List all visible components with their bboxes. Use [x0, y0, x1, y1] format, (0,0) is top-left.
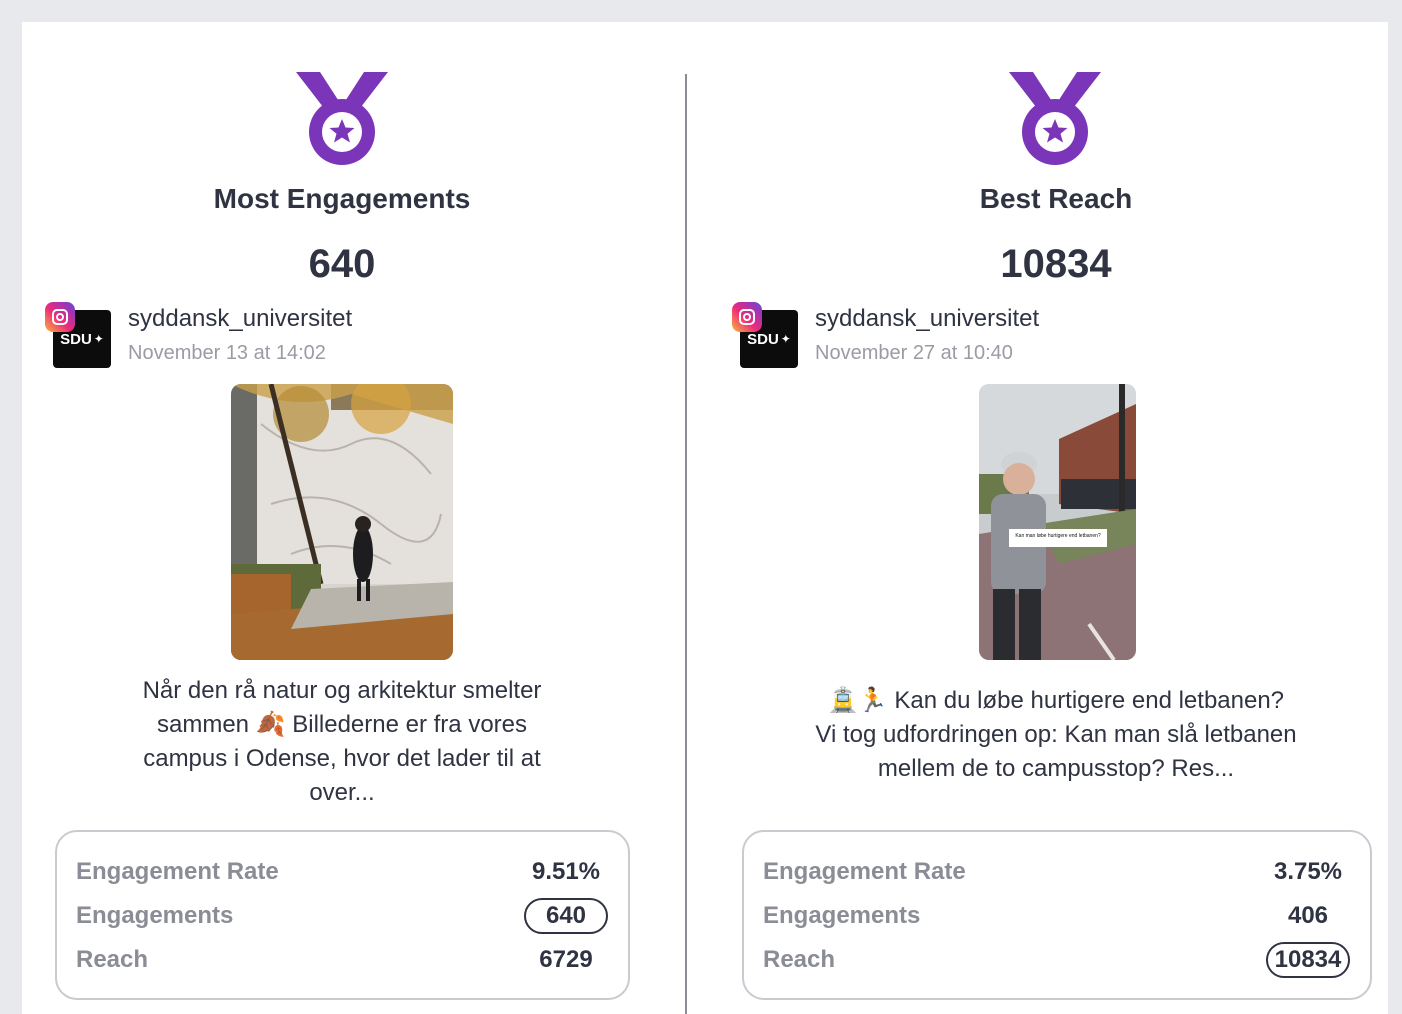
stat-row-reach: Reach 6729 — [76, 940, 608, 980]
stat-value: 406 — [1287, 902, 1329, 929]
stat-value-highlighted: 640 — [524, 898, 608, 934]
stats-box: Engagement Rate 9.51% Engagements 640 Re… — [55, 830, 630, 1000]
stat-value: 3.75% — [1273, 858, 1343, 885]
post-date: November 13 at 14:02 — [128, 342, 326, 364]
post-caption: 🚊🏃 Kan du løbe hurtigere end letbanen? V… — [815, 687, 1297, 782]
account-name[interactable]: syddansk_universitet — [815, 305, 1039, 333]
avatar-text: SDU — [747, 330, 779, 348]
post-image: Kan man løbe hurtigere end letbanen? — [979, 384, 1136, 660]
post-thumbnail[interactable] — [231, 384, 453, 660]
stat-row-engagements: Engagements 406 — [763, 896, 1350, 936]
account-name[interactable]: syddansk_universitet — [128, 305, 352, 333]
stat-value-highlighted: 10834 — [1266, 942, 1350, 978]
stat-row-engagement-rate: Engagement Rate 3.75% — [763, 852, 1350, 892]
stat-label: Reach — [76, 946, 149, 973]
stats-box: Engagement Rate 3.75% Engagements 406 Re… — [742, 830, 1372, 1000]
stat-label: Engagements — [763, 902, 921, 929]
stat-label: Engagements — [76, 902, 234, 929]
sdu-logo-mark-icon: ✦ — [93, 332, 104, 346]
best-reach-card: Best Reach 10834 SDU ✦ syddansk_universit… — [687, 22, 1388, 1014]
avatar-text: SDU — [60, 330, 92, 348]
stat-row-engagements: Engagements 640 — [76, 896, 608, 936]
post-thumbnail[interactable]: Kan man løbe hurtigere end letbanen? — [979, 384, 1136, 660]
stat-label: Engagement Rate — [76, 858, 279, 885]
card-metric-value: 10834 — [1000, 242, 1112, 286]
post-image — [231, 384, 453, 660]
medal-icon — [1009, 72, 1101, 165]
stat-value: 9.51% — [531, 858, 601, 885]
most-engagements-card: Most Engagements 640 SDU ✦ syddansk_unive… — [22, 22, 685, 1014]
sdu-logo-mark-icon: ✦ — [780, 332, 791, 346]
post-caption: Når den rå natur og arkitektur smelter s… — [142, 677, 542, 806]
instagram-icon — [732, 302, 762, 332]
card-metric-value: 640 — [308, 242, 376, 286]
stat-row-reach: Reach 10834 — [763, 940, 1350, 980]
stat-value: 6729 — [539, 946, 593, 973]
instagram-icon — [45, 302, 75, 332]
stat-row-engagement-rate: Engagement Rate 9.51% — [76, 852, 608, 892]
post-date: November 27 at 10:40 — [815, 342, 1013, 364]
thumbnail-overlay-text: Kan man løbe hurtigere end letbanen? — [1015, 533, 1101, 539]
stat-label: Engagement Rate — [763, 858, 966, 885]
stat-label: Reach — [763, 946, 836, 973]
card-title: Most Engagements — [213, 183, 471, 214]
top-posts-frame: Most Engagements 640 SDU ✦ syddansk_unive… — [22, 22, 1388, 1014]
card-title: Best Reach — [979, 183, 1133, 214]
medal-icon — [296, 72, 388, 165]
